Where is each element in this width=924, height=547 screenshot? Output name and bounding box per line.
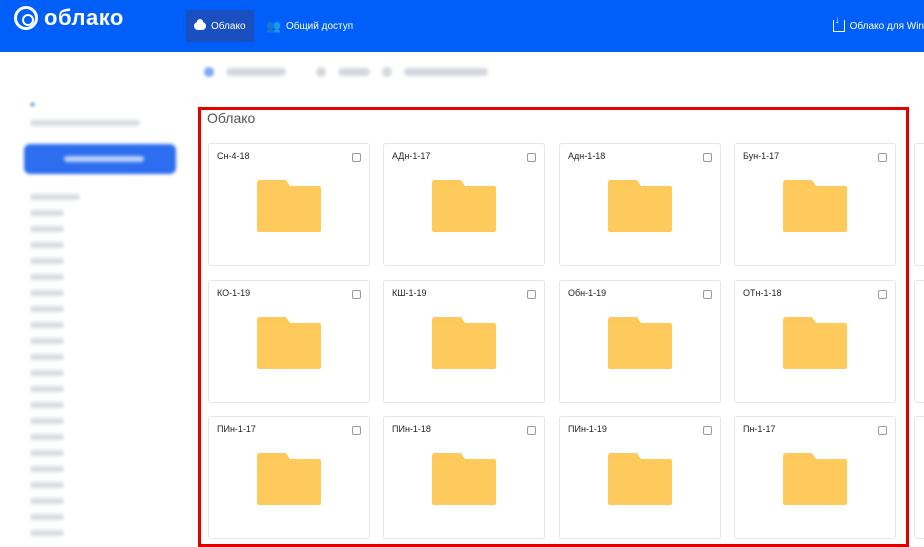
sidebar-item[interactable] [30, 258, 64, 264]
blurred-section-title [30, 194, 80, 200]
sidebar-item[interactable] [30, 274, 64, 280]
sidebar [0, 52, 185, 543]
blurred-storage-info [30, 120, 140, 126]
folder-card-partial[interactable] [914, 280, 924, 403]
select-checkbox[interactable] [352, 153, 361, 162]
sidebar-item[interactable] [30, 290, 64, 296]
select-checkbox[interactable] [878, 153, 887, 162]
select-checkbox[interactable] [527, 290, 536, 299]
create-button[interactable] [24, 144, 176, 174]
folder-name: КШ-1-19 [392, 288, 427, 298]
folder-card[interactable]: ОТн-1-18 [734, 280, 896, 403]
sidebar-item[interactable] [30, 466, 64, 472]
sidebar-item[interactable] [30, 514, 64, 520]
folder-card[interactable]: ПИн-1-17 [208, 416, 370, 539]
page-title: Облако [207, 110, 256, 126]
sidebar-item[interactable] [30, 210, 64, 216]
sidebar-item[interactable] [30, 370, 64, 376]
folder-name: ПИн-1-18 [392, 424, 431, 434]
folder-icon [608, 317, 672, 369]
sidebar-item[interactable] [30, 418, 64, 424]
select-checkbox[interactable] [527, 426, 536, 435]
blurred-icon [204, 67, 214, 77]
folder-name: КО-1-19 [217, 288, 251, 298]
folder-card-partial[interactable] [914, 416, 924, 539]
folder-name: ПИн-1-19 [568, 424, 607, 434]
tab-cloud[interactable]: Облако [186, 10, 254, 42]
folder-card[interactable]: Бун-1-17 [734, 143, 896, 266]
folder-card[interactable]: ПИн-1-19 [559, 416, 721, 539]
download-icon [832, 15, 845, 32]
folder-card[interactable]: Адн-1-18 [559, 143, 721, 266]
users-icon: 👥 [266, 19, 281, 33]
folder-icon [608, 453, 672, 505]
folder-card[interactable]: АДн-1-17 [383, 143, 545, 266]
cloud-icon [194, 19, 206, 30]
main-toolbar [204, 62, 488, 82]
folder-icon [257, 317, 321, 369]
folder-name: АДн-1-17 [392, 151, 431, 161]
folder-icon [432, 180, 496, 232]
select-checkbox[interactable] [352, 426, 361, 435]
folder-name: Сн-4-18 [217, 151, 250, 161]
folder-card[interactable]: Обн-1-19 [559, 280, 721, 403]
folder-card[interactable]: Сн-4-18 [208, 143, 370, 266]
sidebar-item[interactable] [30, 434, 64, 440]
folder-card[interactable]: Пн-1-17 [734, 416, 896, 539]
select-checkbox[interactable] [352, 290, 361, 299]
logo[interactable]: облако [14, 5, 124, 31]
folder-card-partial[interactable] [914, 143, 924, 266]
tab-shared-label: Общий доступ [285, 20, 354, 32]
blurred-icon [316, 67, 326, 77]
sidebar-item[interactable] [30, 498, 64, 504]
blurred-dot [30, 102, 35, 107]
tab-cloud-label: Облако [211, 20, 246, 32]
sidebar-item[interactable] [30, 242, 64, 248]
select-checkbox[interactable] [703, 426, 712, 435]
select-checkbox[interactable] [878, 290, 887, 299]
blurred-icon [382, 67, 392, 77]
sidebar-item[interactable] [30, 338, 64, 344]
select-checkbox[interactable] [878, 426, 887, 435]
download-link-label: Облако для Win [849, 20, 924, 32]
folder-icon [783, 180, 847, 232]
sidebar-item[interactable] [30, 226, 64, 232]
folder-icon [608, 180, 672, 232]
select-checkbox[interactable] [527, 153, 536, 162]
folder-name: Бун-1-17 [743, 151, 780, 161]
folder-icon [257, 180, 321, 232]
folder-icon [257, 453, 321, 505]
sidebar-item[interactable] [30, 530, 64, 536]
select-checkbox[interactable] [703, 153, 712, 162]
sidebar-item[interactable] [30, 402, 64, 408]
sidebar-item[interactable] [30, 354, 64, 360]
blurred-label [404, 68, 488, 76]
sidebar-item[interactable] [30, 450, 64, 456]
sidebar-item[interactable] [30, 322, 64, 328]
select-checkbox[interactable] [703, 290, 712, 299]
folder-icon [783, 453, 847, 505]
folder-card[interactable]: КШ-1-19 [383, 280, 545, 403]
download-windows-link[interactable]: Облако для Win [832, 10, 924, 42]
blurred-label [226, 68, 286, 76]
folder-card[interactable]: ПИн-1-18 [383, 416, 545, 539]
sidebar-item[interactable] [30, 386, 64, 392]
folder-icon [783, 317, 847, 369]
folder-icon [432, 453, 496, 505]
folder-name: Обн-1-19 [568, 288, 607, 298]
folder-name: ПИн-1-17 [217, 424, 256, 434]
folder-name: Адн-1-18 [568, 151, 606, 161]
folder-card[interactable]: КО-1-19 [208, 280, 370, 403]
logo-text: облако [44, 5, 124, 30]
sidebar-item[interactable] [30, 306, 64, 312]
folder-icon [432, 317, 496, 369]
logo-at-icon [14, 6, 38, 30]
sidebar-item[interactable] [30, 482, 64, 488]
tab-shared-access[interactable]: 👥 Общий доступ [258, 10, 361, 42]
blurred-label [338, 68, 370, 76]
folder-name: Пн-1-17 [743, 424, 776, 434]
folder-name: ОТн-1-18 [743, 288, 782, 298]
top-bar: облако Облако 👥 Общий доступ Облако для … [0, 0, 924, 52]
